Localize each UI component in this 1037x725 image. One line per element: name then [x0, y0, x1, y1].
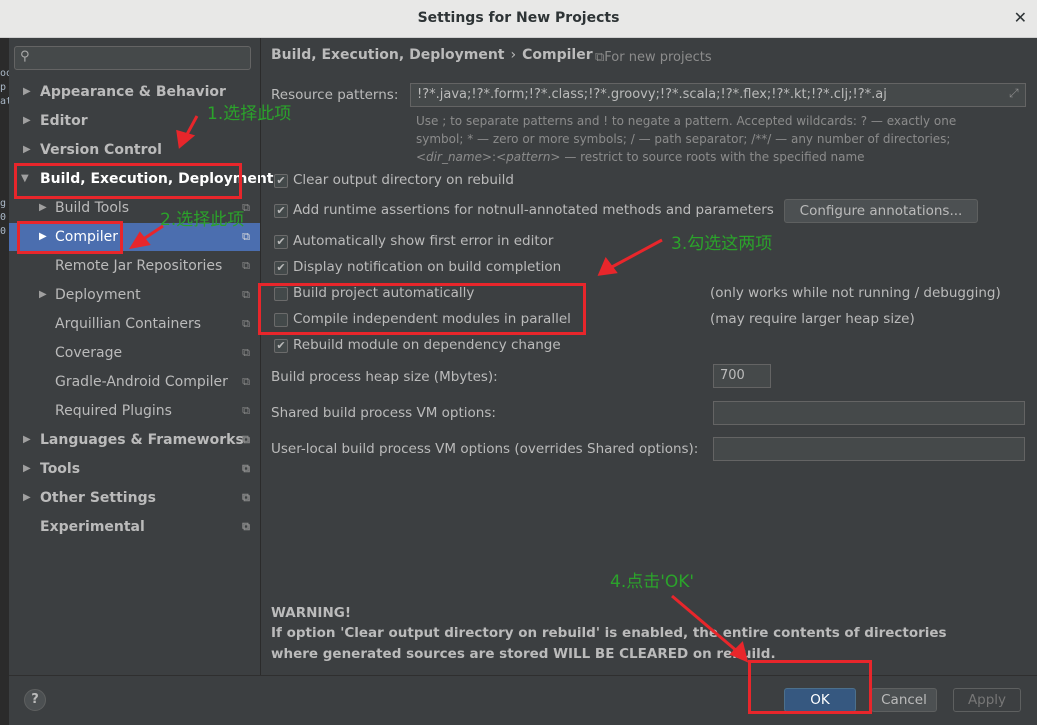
tree-item-tools[interactable]: ▶ Tools ⧉: [9, 455, 260, 483]
tree-item-arquillian[interactable]: Arquillian Containers ⧉: [9, 310, 260, 338]
project-copy-icon: ⧉: [242, 317, 250, 330]
rebuild-module-label[interactable]: Rebuild module on dependency change: [293, 337, 561, 353]
project-copy-icon: ⧉: [242, 462, 250, 475]
auto-show-error-checkbox[interactable]: ✔: [274, 235, 288, 249]
tree-item-version-control[interactable]: ▶ Version Control: [9, 136, 260, 164]
annotation-box-build: [14, 163, 242, 199]
project-copy-icon: ⧉: [242, 288, 250, 301]
tree-item-label: Coverage: [55, 345, 123, 361]
tree-item-deployment[interactable]: ▶ Deployment ⧉: [9, 281, 260, 309]
annotation-box-ok: [748, 660, 872, 714]
compile-parallel-note: (may require larger heap size): [710, 311, 915, 327]
patterns-hint-line2: symbol; * — zero or more symbols; / — pa…: [416, 132, 951, 146]
breadcrumb-current: Compiler: [522, 47, 593, 63]
tree-item-label: Gradle-Android Compiler: [55, 374, 228, 390]
annotation-step1: 1.选择此项: [207, 104, 292, 124]
patterns-hint-line3: <dir_name>:<pattern> — restrict to sourc…: [416, 150, 865, 164]
resource-patterns-value: !?*.java;!?*.form;!?*.class;!?*.groovy;!…: [417, 87, 887, 102]
expand-arrow-icon[interactable]: ▶: [23, 78, 31, 106]
background-editor-strip: oo p at g 0 0: [0, 38, 12, 725]
shared-vm-options-field[interactable]: [713, 401, 1025, 425]
project-copy-icon: ⧉: [242, 346, 250, 359]
close-icon[interactable]: ✕: [1014, 8, 1027, 27]
tree-item-label: Deployment: [55, 287, 141, 303]
hint-restrict: — restrict to source roots with the spec…: [560, 150, 865, 164]
annotation-step4: 4.点击'OK': [610, 572, 695, 592]
tree-item-label: Required Plugins: [55, 403, 172, 419]
dialog-button-bar: ? OK Cancel Apply: [9, 675, 1037, 725]
search-input[interactable]: ⚲: [14, 46, 251, 70]
clear-output-checkbox[interactable]: ✔: [274, 174, 288, 188]
tree-item-label: Editor: [40, 113, 88, 129]
project-copy-icon: ⧉: [242, 259, 250, 272]
resource-patterns-field[interactable]: !?*.java;!?*.form;!?*.class;!?*.groovy;!…: [410, 83, 1026, 107]
configure-annotations-button[interactable]: Configure annotations...: [784, 199, 978, 223]
tree-item-remote-jar[interactable]: Remote Jar Repositories ⧉: [9, 252, 260, 280]
scope-label: ⧉For new projects: [595, 50, 712, 65]
hint-dir-name: <dir_name>: [416, 150, 493, 164]
display-notification-checkbox[interactable]: ✔: [274, 261, 288, 275]
project-copy-icon: ⧉: [242, 520, 250, 533]
add-assertions-label[interactable]: Add runtime assertions for notnull-annot…: [293, 202, 774, 218]
build-automatically-note: (only works while not running / debuggin…: [710, 285, 1001, 301]
annotation-box-checkboxes: [258, 283, 586, 335]
expand-arrow-icon[interactable]: ▶: [23, 107, 31, 135]
shared-vm-options-label: Shared build process VM options:: [271, 405, 496, 421]
help-button[interactable]: ?: [24, 689, 46, 711]
tree-item-label: Experimental: [40, 519, 145, 535]
tree-item-label: Appearance & Behavior: [40, 84, 226, 100]
tree-item-gradle-android[interactable]: Gradle-Android Compiler ⧉: [9, 368, 260, 396]
tree-item-label: Languages & Frameworks: [40, 432, 244, 448]
annotation-box-compiler: [17, 221, 123, 254]
breadcrumb-separator: ›: [510, 47, 517, 63]
tree-item-experimental[interactable]: Experimental ⧉: [9, 513, 260, 541]
hint-pattern: <pattern>: [496, 150, 561, 164]
expand-arrow-icon[interactable]: ▶: [23, 136, 31, 164]
tree-item-languages[interactable]: ▶ Languages & Frameworks ⧉: [9, 426, 260, 454]
warning-body: If option 'Clear output directory on reb…: [271, 625, 947, 662]
breadcrumb-parent[interactable]: Build, Execution, Deployment: [271, 47, 505, 63]
user-vm-options-label: User-local build process VM options (ove…: [271, 441, 699, 457]
auto-show-error-label[interactable]: Automatically show first error in editor: [293, 233, 553, 249]
window-title: Settings for New Projects: [417, 10, 620, 26]
tree-item-label: Tools: [40, 461, 81, 477]
project-copy-icon: ⧉: [242, 433, 250, 446]
expand-arrow-icon[interactable]: ▶: [23, 455, 31, 483]
heap-size-label: Build process heap size (Mbytes):: [271, 369, 498, 385]
expand-field-icon[interactable]: ⤢: [1009, 86, 1019, 101]
tree-item-coverage[interactable]: Coverage ⧉: [9, 339, 260, 367]
add-assertions-checkbox[interactable]: ✔: [274, 204, 288, 218]
tree-item-label: Version Control: [40, 142, 162, 158]
project-copy-icon: ⧉: [242, 375, 250, 388]
tree-item-label: Arquillian Containers: [55, 316, 202, 332]
heap-size-field[interactable]: 700: [713, 364, 771, 388]
tree-item-other-settings[interactable]: ▶ Other Settings ⧉: [9, 484, 260, 512]
tree-item-label: Remote Jar Repositories: [55, 258, 223, 274]
settings-dialog: ⚲ ▶ Appearance & Behavior ▶ Editor ▶ Ver…: [9, 38, 1037, 725]
expand-arrow-icon[interactable]: ▶: [23, 484, 31, 512]
tree-item-required-plugins[interactable]: Required Plugins ⧉: [9, 397, 260, 425]
project-copy-icon: ⧉: [242, 491, 250, 504]
user-vm-options-field[interactable]: [713, 437, 1025, 461]
expand-arrow-icon[interactable]: ▶: [23, 426, 31, 454]
rebuild-module-checkbox[interactable]: ✔: [274, 339, 288, 353]
patterns-hint-line1: Use ; to separate patterns and ! to nega…: [416, 114, 957, 128]
display-notification-label[interactable]: Display notification on build completion: [293, 259, 561, 275]
warning-title: WARNING!: [271, 605, 351, 621]
tree-item-label: Other Settings: [40, 490, 156, 506]
clear-output-label[interactable]: Clear output directory on rebuild: [293, 172, 514, 188]
cancel-button[interactable]: Cancel: [871, 688, 937, 712]
breadcrumb: Build, Execution, Deployment › Compiler: [271, 47, 593, 63]
window-titlebar: Settings for New Projects ✕: [0, 0, 1037, 38]
settings-tree-panel: ⚲ ▶ Appearance & Behavior ▶ Editor ▶ Ver…: [9, 38, 274, 675]
annotation-step2: 2.选择此项: [160, 210, 245, 230]
apply-button[interactable]: Apply: [953, 688, 1021, 712]
project-copy-icon: ⧉: [242, 404, 250, 417]
expand-arrow-icon[interactable]: ▶: [39, 281, 47, 309]
annotation-step3: 3.勾选这两项: [671, 234, 773, 254]
search-icon: ⚲: [20, 49, 30, 64]
